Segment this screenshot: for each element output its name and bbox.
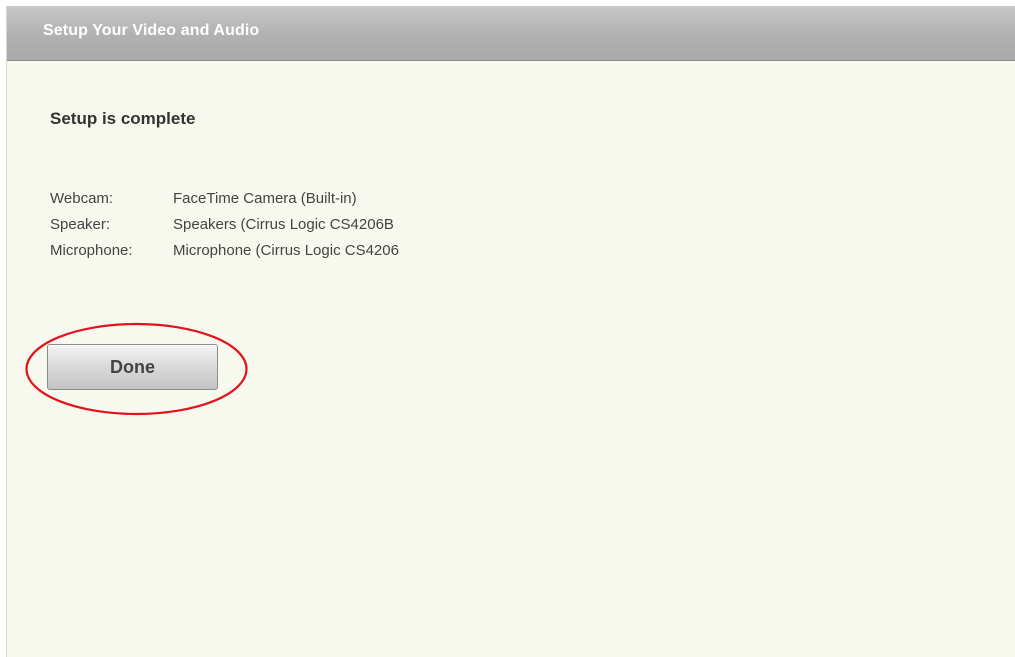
microphone-row: Microphone: Microphone (Cirrus Logic CS42… <box>50 238 399 264</box>
webcam-label: Webcam: <box>50 190 114 207</box>
microphone-label: Microphone: <box>50 242 133 259</box>
setup-status-heading: Setup is complete <box>50 109 196 128</box>
done-button[interactable]: Done <box>47 344 218 390</box>
webcam-row: Webcam: FaceTime Camera (Built-in) <box>50 186 399 212</box>
dialog-title: Setup Your Video and Audio <box>43 22 260 39</box>
setup-dialog: Setup Your Video and Audio Setup is comp… <box>6 6 1015 657</box>
dialog-titlebar: Setup Your Video and Audio <box>7 6 1015 61</box>
webcam-value: FaceTime Camera (Built-in) <box>173 190 357 207</box>
device-summary-list: Webcam: FaceTime Camera (Built-in) Speake… <box>50 186 399 264</box>
microphone-value: Microphone (Cirrus Logic CS4206 <box>173 242 399 259</box>
speaker-value: Speakers (Cirrus Logic CS4206B <box>173 216 394 233</box>
speaker-label: Speaker: <box>50 216 111 233</box>
speaker-row: Speaker: Speakers (Cirrus Logic CS4206B <box>50 212 399 238</box>
